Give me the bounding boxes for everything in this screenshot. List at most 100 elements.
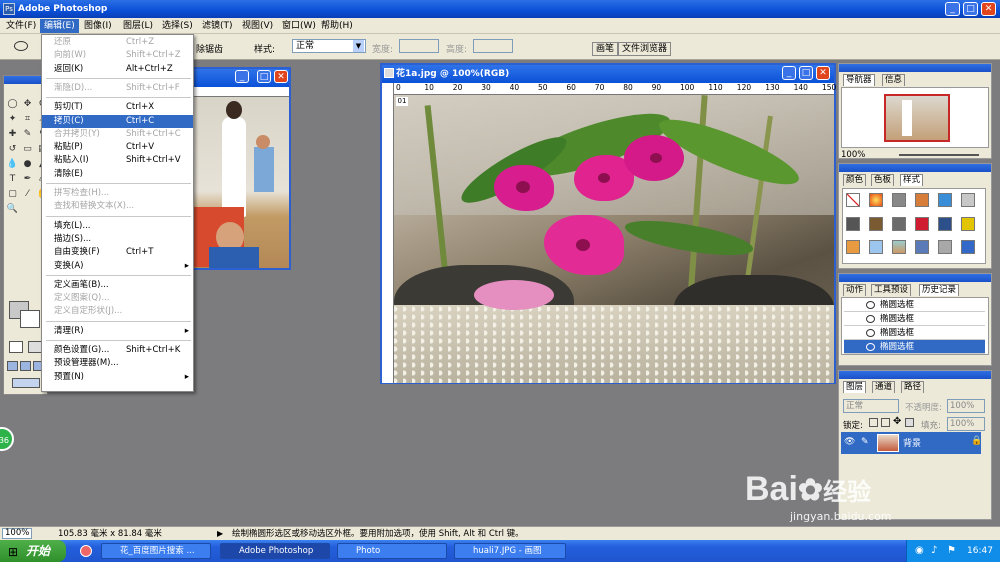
- quickmask-mode-icon[interactable]: [28, 341, 42, 353]
- blend-mode-select[interactable]: 正常: [843, 399, 899, 413]
- style-select[interactable]: 正常 ▼: [292, 39, 366, 53]
- height-input[interactable]: [473, 39, 513, 53]
- healing-brush-icon[interactable]: ✚: [6, 128, 19, 141]
- style-swatch[interactable]: [961, 240, 975, 255]
- task-photo-folder[interactable]: Photo: [337, 543, 447, 559]
- jump-to-imageready-icon[interactable]: [12, 378, 40, 388]
- volume-icon[interactable]: ♪: [931, 540, 937, 562]
- edit-menu-item[interactable]: 查找和替换文本(X)...: [42, 200, 193, 213]
- style-swatch[interactable]: [869, 193, 883, 207]
- edit-menu-item[interactable]: 拷贝(C) Ctrl+C: [42, 114, 193, 128]
- tab-styles[interactable]: 样式: [900, 174, 924, 186]
- minimize-button[interactable]: _: [945, 2, 960, 16]
- menu-layer[interactable]: 图层(L): [119, 19, 157, 33]
- edit-menu-item[interactable]: 颜色设置(G)... Shift+Ctrl+K: [42, 344, 193, 357]
- edit-menu-item[interactable]: 清除(E): [42, 168, 193, 181]
- brush-tool-icon[interactable]: ✎: [21, 128, 34, 141]
- doc-close-button[interactable]: ✕: [816, 66, 830, 80]
- edit-menu-item[interactable]: 变换(A) ▸: [42, 260, 193, 273]
- dodge-tool-icon[interactable]: ●: [21, 158, 34, 171]
- style-swatch[interactable]: [915, 216, 929, 231]
- lock-image-icon[interactable]: [881, 418, 890, 427]
- move-tool-icon[interactable]: ✥: [21, 98, 34, 111]
- style-swatch[interactable]: [892, 240, 906, 255]
- edit-menu-item[interactable]: 拼写检查(H)...: [42, 187, 193, 200]
- tab-swatches[interactable]: 色板: [871, 174, 895, 186]
- tab-navigator[interactable]: 导航器: [843, 74, 875, 86]
- tab-info[interactable]: 信息: [882, 74, 906, 86]
- menu-file[interactable]: 文件(F): [2, 19, 40, 33]
- edit-menu-item[interactable]: 还原 Ctrl+Z: [42, 36, 193, 49]
- lock-transparency-icon[interactable]: [869, 418, 878, 427]
- zoom-tool-icon[interactable]: 🔍: [6, 203, 19, 216]
- style-swatch[interactable]: [915, 240, 929, 255]
- style-swatch[interactable]: [938, 216, 952, 231]
- style-swatch[interactable]: [892, 216, 906, 231]
- marquee-tool-icon[interactable]: ◯: [6, 98, 19, 111]
- edit-menu-item[interactable]: 粘贴(P) Ctrl+V: [42, 141, 193, 154]
- brush-link-icon[interactable]: ✎: [861, 437, 869, 447]
- tab-paths[interactable]: 路径: [901, 381, 925, 393]
- menu-filter[interactable]: 滤镜(T): [198, 19, 237, 33]
- security-icon[interactable]: ⚑: [947, 540, 956, 562]
- style-swatch[interactable]: [961, 216, 975, 231]
- ellipse-marquee-icon[interactable]: [14, 41, 28, 51]
- opacity-input[interactable]: 100%: [947, 399, 985, 413]
- kids-close-button[interactable]: ✕: [274, 70, 288, 83]
- edit-menu-item[interactable]: 渐隐(D)... Shift+Ctrl+F: [42, 82, 193, 95]
- magic-wand-icon[interactable]: ✦: [6, 113, 19, 126]
- lock-all-icon[interactable]: [905, 418, 914, 427]
- menu-image[interactable]: 图像(I): [80, 19, 116, 33]
- screen-mode-icon[interactable]: [7, 361, 18, 371]
- eraser-tool-icon[interactable]: ▭: [21, 143, 34, 156]
- style-swatch[interactable]: [869, 216, 883, 231]
- tab-tool-presets[interactable]: 工具预设: [871, 284, 912, 296]
- edit-menu-item[interactable]: 定义画笔(B)...: [42, 279, 193, 292]
- menu-window[interactable]: 窗口(W): [278, 19, 320, 33]
- menu-help[interactable]: 帮助(H): [317, 19, 357, 33]
- edit-menu-item[interactable]: 定义自定形状(J)...: [42, 305, 193, 318]
- fullscreen-menu-icon[interactable]: [20, 361, 31, 371]
- edit-menu-item[interactable]: 定义图案(Q)...: [42, 292, 193, 305]
- tab-file-browser[interactable]: 文件浏览器: [618, 42, 672, 56]
- menu-select[interactable]: 选择(S): [158, 19, 197, 33]
- style-swatch[interactable]: [938, 193, 952, 207]
- style-swatch[interactable]: [915, 193, 929, 207]
- tab-color[interactable]: 颜色: [843, 174, 867, 186]
- doc-maximize-button[interactable]: □: [799, 66, 813, 80]
- kids-maximize-button[interactable]: □: [257, 70, 271, 83]
- fill-input[interactable]: 100%: [947, 417, 985, 431]
- style-swatch[interactable]: [938, 240, 952, 255]
- tab-history[interactable]: 历史记录: [919, 284, 960, 296]
- standard-mode-icon[interactable]: [9, 341, 23, 353]
- tab-layers[interactable]: 图层: [843, 381, 867, 393]
- style-swatch[interactable]: [961, 193, 975, 207]
- width-input[interactable]: [399, 39, 439, 53]
- notes-tool-icon[interactable]: ▢: [6, 188, 19, 201]
- edit-menu-item[interactable]: 粘贴入(I) Shift+Ctrl+V: [42, 154, 193, 167]
- status-zoom[interactable]: 100%: [2, 528, 32, 539]
- network-icon[interactable]: ◉: [915, 540, 924, 562]
- edit-menu-item[interactable]: 向前(W) Shift+Ctrl+Z: [42, 49, 193, 62]
- kids-minimize-button[interactable]: _: [235, 70, 249, 83]
- edit-menu-item[interactable]: 预设管理器(M)...: [42, 357, 193, 370]
- edit-menu-item[interactable]: 返回(K) Alt+Ctrl+Z: [42, 63, 193, 76]
- layer-row-background[interactable]: 👁 ✎ 背景 🔒: [841, 432, 982, 454]
- edit-menu-item[interactable]: 自由变换(F) Ctrl+T: [42, 246, 193, 259]
- edit-menu-item[interactable]: 填充(L)...: [42, 220, 193, 233]
- style-swatch[interactable]: [846, 240, 860, 255]
- edit-menu-item[interactable]: 预置(N) ▸: [42, 371, 193, 384]
- navigator-zoom-slider[interactable]: [899, 154, 979, 156]
- crop-tool-icon[interactable]: ⌗: [21, 113, 34, 126]
- menu-view[interactable]: 视图(V): [238, 19, 277, 33]
- style-swatch[interactable]: [892, 193, 906, 207]
- blur-tool-icon[interactable]: 💧: [6, 158, 19, 171]
- edit-menu-item[interactable]: 剪切(T) Ctrl+X: [42, 101, 193, 114]
- tab-channels[interactable]: 通道: [872, 381, 896, 393]
- tab-brushes[interactable]: 画笔: [592, 42, 619, 56]
- task-paint[interactable]: huali7.JPG - 画图: [454, 543, 566, 559]
- type-tool-icon[interactable]: T: [6, 173, 19, 186]
- task-photoshop[interactable]: Adobe Photoshop: [220, 543, 330, 559]
- edit-menu-item[interactable]: 清理(R) ▸: [42, 325, 193, 338]
- pen-tool-icon[interactable]: ✒: [21, 173, 34, 186]
